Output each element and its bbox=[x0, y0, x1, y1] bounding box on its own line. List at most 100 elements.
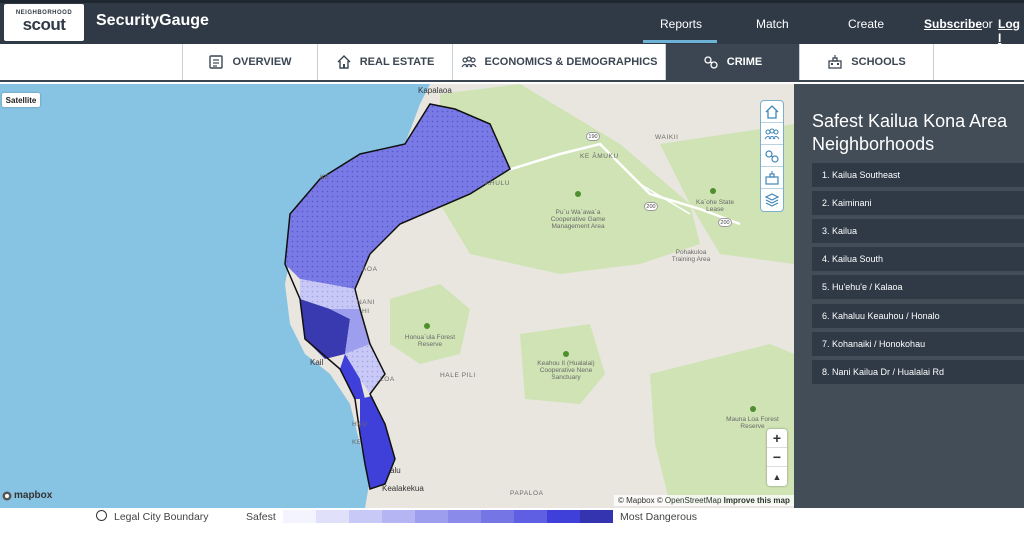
crime-handcuffs-icon bbox=[765, 149, 779, 163]
subscribe-link[interactable]: Subscribe bbox=[924, 17, 982, 31]
map-label-ke-amuku: KE ĀMUKU bbox=[580, 153, 619, 160]
crime-map[interactable]: Kapalaoa WAIKII KE ĀMUKU AHULU KE Pu`u W… bbox=[0, 84, 794, 508]
map-label-ke2: KE bbox=[352, 439, 362, 446]
legend-swatch bbox=[415, 510, 448, 523]
neighborhood-item[interactable]: 1. Kailua Southeast bbox=[812, 163, 1024, 187]
neighborhood-item[interactable]: 6. Kahaluu Keauhou / Honalo bbox=[812, 304, 1024, 328]
map-tool-home[interactable] bbox=[761, 101, 783, 123]
zoom-out-button[interactable]: − bbox=[767, 448, 787, 467]
attribution-mapbox[interactable]: © Mapbox bbox=[618, 496, 655, 505]
legend-swatch bbox=[316, 510, 349, 523]
layers-icon bbox=[764, 193, 780, 207]
compass-reset-button[interactable]: ▲ bbox=[767, 467, 787, 486]
mapbox-label: mapbox bbox=[14, 490, 53, 501]
map-label-puuwaawaa: Pu`u Wa`awa`a Cooperative Game Managemen… bbox=[550, 209, 606, 230]
neighborhood-item[interactable]: 3. Kailua bbox=[812, 219, 1024, 243]
people-group-icon bbox=[461, 56, 477, 68]
nav-reports-active-indicator bbox=[643, 40, 717, 43]
nav-create[interactable]: Create bbox=[848, 17, 884, 31]
legend-swatch bbox=[448, 510, 481, 523]
map-label-aoa: AOA bbox=[362, 266, 378, 273]
tab-real-estate[interactable]: REAL ESTATE bbox=[317, 44, 452, 80]
logo-big-text: scout bbox=[22, 15, 66, 34]
document-icon bbox=[209, 55, 224, 69]
house-icon bbox=[337, 55, 351, 69]
legend-swatch bbox=[349, 510, 382, 523]
tab-overview[interactable]: OVERVIEW bbox=[182, 44, 317, 80]
or-text: or bbox=[982, 17, 993, 31]
legend-swatch bbox=[547, 510, 580, 523]
map-label-kealakekua: Kealakekua bbox=[382, 484, 424, 493]
map-label-loa: LOA bbox=[380, 376, 395, 383]
improve-map-link[interactable]: Improve this map bbox=[724, 496, 790, 505]
legend-swatch bbox=[382, 510, 415, 523]
school-building-icon bbox=[765, 170, 779, 185]
map-label-hau: HAU bbox=[352, 421, 368, 428]
nav-reports[interactable]: Reports bbox=[660, 17, 702, 31]
neighborhood-item[interactable]: 7. Kohanaiki / Honokohau bbox=[812, 332, 1024, 356]
map-label-honaunau: alu bbox=[390, 466, 401, 475]
road-shield-200: 200 bbox=[644, 202, 658, 211]
map-legend: Legal City Boundary Safest Most Dangerou… bbox=[0, 508, 1024, 534]
map-label-hi: HI bbox=[362, 308, 370, 315]
map-label-ke: KE bbox=[320, 174, 330, 181]
tab-crime[interactable]: CRIME bbox=[665, 44, 799, 80]
tab-crime-label: CRIME bbox=[726, 56, 763, 68]
people-group-icon bbox=[764, 127, 780, 139]
login-link[interactable]: Log I bbox=[998, 17, 1024, 45]
house-icon bbox=[765, 104, 779, 119]
tree-marker bbox=[575, 191, 581, 197]
map-tool-layers[interactable] bbox=[761, 189, 783, 211]
zoom-in-button[interactable]: + bbox=[767, 429, 787, 448]
map-label-keahou: Keahou II (Hualalai) Cooperative Nene Sa… bbox=[537, 360, 595, 381]
school-building-icon bbox=[828, 55, 842, 69]
attribution-osm[interactable]: © OpenStreetMap bbox=[657, 496, 722, 505]
park-honuaula bbox=[390, 284, 470, 364]
tab-economics-demographics[interactable]: ECONOMICS & DEMOGRAPHICS bbox=[452, 44, 665, 80]
report-tabs: OVERVIEW REAL ESTATE ECONOMICS & DEMOGRA… bbox=[0, 44, 1024, 82]
header-strip bbox=[0, 0, 1024, 3]
legend-swatch bbox=[514, 510, 547, 523]
legend-swatch bbox=[580, 510, 613, 523]
tab-schools-label: SCHOOLS bbox=[851, 56, 906, 68]
road-shield-190: 190 bbox=[586, 132, 600, 141]
neighborhoodscout-logo[interactable]: NEIGHBORHOOD scout bbox=[4, 4, 84, 41]
legend-most-dangerous-label: Most Dangerous bbox=[620, 511, 698, 523]
map-label-halepili: HALE PILI bbox=[440, 372, 476, 379]
tree-marker bbox=[710, 188, 716, 194]
tab-schools[interactable]: SCHOOLS bbox=[799, 44, 934, 80]
city-boundary-icon bbox=[96, 510, 107, 521]
map-layer-tools bbox=[760, 100, 784, 212]
mapbox-icon bbox=[2, 491, 12, 500]
neighborhood-item[interactable]: 2. Kaiminani bbox=[812, 191, 1024, 215]
map-tool-schools[interactable] bbox=[761, 167, 783, 189]
map-label-papaloa: PAPALOA bbox=[510, 490, 544, 497]
map-attribution: © Mapbox © OpenStreetMap Improve this ma… bbox=[614, 495, 794, 506]
legend-safest-label: Safest bbox=[246, 511, 276, 523]
map-label-kahulu: AHULU bbox=[485, 180, 511, 187]
crime-handcuffs-icon bbox=[704, 56, 718, 69]
brand-title: SecurityGauge bbox=[96, 12, 209, 29]
map-tool-demographics[interactable] bbox=[761, 123, 783, 145]
neighborhood-item[interactable]: 5. Hu'ehu'e / Kalaoa bbox=[812, 275, 1024, 299]
zoom-controls: + − ▲ bbox=[767, 429, 787, 486]
map-tool-crime[interactable] bbox=[761, 145, 783, 167]
tree-marker bbox=[750, 406, 756, 412]
mapbox-logo[interactable]: mapbox bbox=[2, 490, 52, 501]
map-label-pohakuloa: Pohakuloa Training Area bbox=[671, 249, 711, 263]
map-base bbox=[0, 84, 794, 508]
tree-marker bbox=[424, 323, 430, 329]
tab-real-estate-label: REAL ESTATE bbox=[359, 56, 435, 68]
neighborhood-item[interactable]: 8. Nani Kailua Dr / Hualalai Rd bbox=[812, 360, 1024, 384]
satellite-toggle-button[interactable]: Satellite bbox=[2, 93, 40, 107]
nav-match[interactable]: Match bbox=[756, 17, 789, 31]
map-label-kaohe: Ka`ohe State Lease bbox=[696, 199, 734, 213]
top-header: NEIGHBORHOOD scout SecurityGauge Reports… bbox=[0, 0, 1024, 45]
panel-title: Safest Kailua Kona Area Neighborhoods bbox=[812, 111, 1008, 154]
tab-overview-label: OVERVIEW bbox=[232, 56, 292, 68]
tab-economics-label: ECONOMICS & DEMOGRAPHICS bbox=[484, 56, 658, 68]
map-label-nani: NANI bbox=[357, 299, 375, 306]
tree-marker bbox=[563, 351, 569, 357]
neighborhood-item[interactable]: 4. Kailua South bbox=[812, 247, 1024, 271]
map-label-waikii: WAIKII bbox=[655, 134, 679, 141]
